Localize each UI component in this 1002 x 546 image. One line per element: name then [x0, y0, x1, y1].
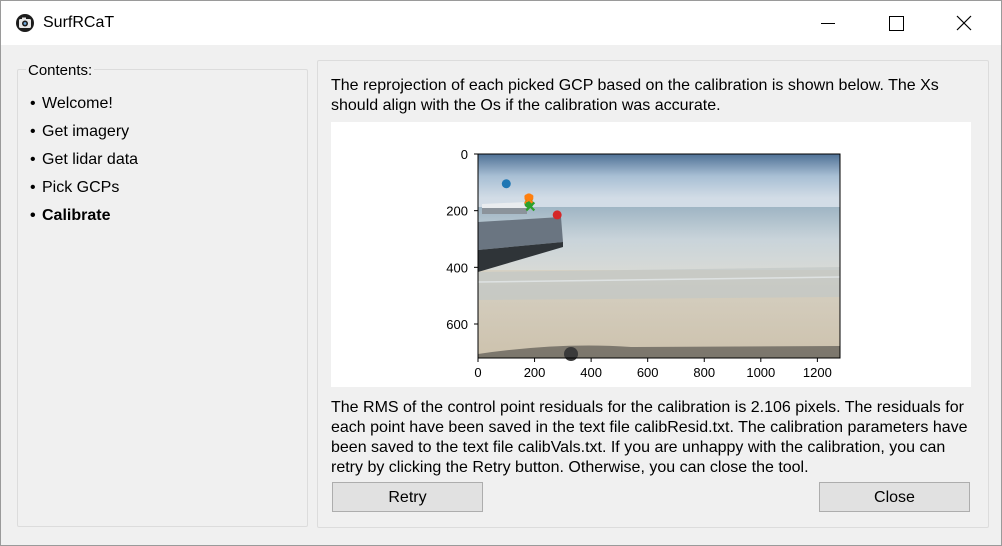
bullet-icon: •: [30, 95, 36, 112]
close-window-button[interactable]: [941, 1, 987, 45]
nav-item-label: Get lidar data: [42, 151, 139, 168]
x-tick-label: 0: [474, 365, 481, 380]
camera-image: [477, 154, 841, 361]
y-tick-label: 0: [461, 147, 468, 162]
title-bar[interactable]: SurfRCaT: [1, 1, 1001, 45]
nav-item-pick-gcps[interactable]: • Pick GCPs: [30, 178, 138, 206]
calibration-result-text: The RMS of the control point residuals f…: [331, 399, 968, 476]
x-tick-label: 800: [693, 365, 715, 380]
nav-item-label: Pick GCPs: [42, 179, 120, 196]
close-icon: [956, 15, 972, 31]
nav-item-label: Get imagery: [42, 123, 130, 140]
x-tick-label: 200: [524, 365, 546, 380]
y-tick-label: 400: [446, 260, 468, 275]
maximize-icon: [889, 16, 904, 31]
gcp-observed-point: [501, 179, 511, 189]
bullet-icon: •: [30, 179, 36, 196]
gcp-observed-point: [552, 210, 562, 220]
nav-item-welcome[interactable]: • Welcome!: [30, 94, 138, 122]
reprojection-figure: 0 200 400 600 800 1000 1200 0 200 400 600: [331, 122, 971, 387]
close-button[interactable]: Close: [819, 482, 970, 512]
bullet-icon: •: [30, 151, 36, 168]
nav-item-label: Welcome!: [42, 95, 113, 112]
maximize-button[interactable]: [873, 1, 919, 45]
nav-item-get-imagery[interactable]: • Get imagery: [30, 122, 138, 150]
nav-item-get-lidar-data[interactable]: • Get lidar data: [30, 150, 138, 178]
app-logo-icon: [16, 14, 34, 32]
contents-legend: Contents:: [26, 62, 95, 79]
reprojection-plot: 0 200 400 600 800 1000 1200 0 200 400 600: [446, 147, 841, 380]
x-tick-label: 400: [580, 365, 602, 380]
y-tick-label: 200: [446, 204, 468, 219]
reprojection-description: The reprojection of each picked GCP base…: [331, 77, 939, 114]
contents-list: • Welcome! • Get imagery • Get lidar data •…: [30, 94, 138, 234]
x-tick-label: 600: [637, 365, 659, 380]
retry-button[interactable]: Retry: [332, 482, 483, 512]
x-axis: 0 200 400 600 800 1000 1200: [474, 358, 832, 380]
nav-item-calibrate[interactable]: • Calibrate: [30, 206, 138, 234]
y-tick-label: 600: [446, 317, 468, 332]
minimize-button[interactable]: [805, 1, 851, 45]
y-axis: 0 200 400 600: [446, 147, 478, 332]
x-tick-label: 1000: [746, 365, 775, 380]
bullet-icon: •: [30, 207, 36, 224]
window-title: SurfRCaT: [43, 14, 115, 31]
bullet-icon: •: [30, 123, 36, 140]
nav-item-label: Calibrate: [42, 207, 111, 224]
minimize-icon: [821, 23, 835, 24]
x-tick-label: 1200: [803, 365, 832, 380]
